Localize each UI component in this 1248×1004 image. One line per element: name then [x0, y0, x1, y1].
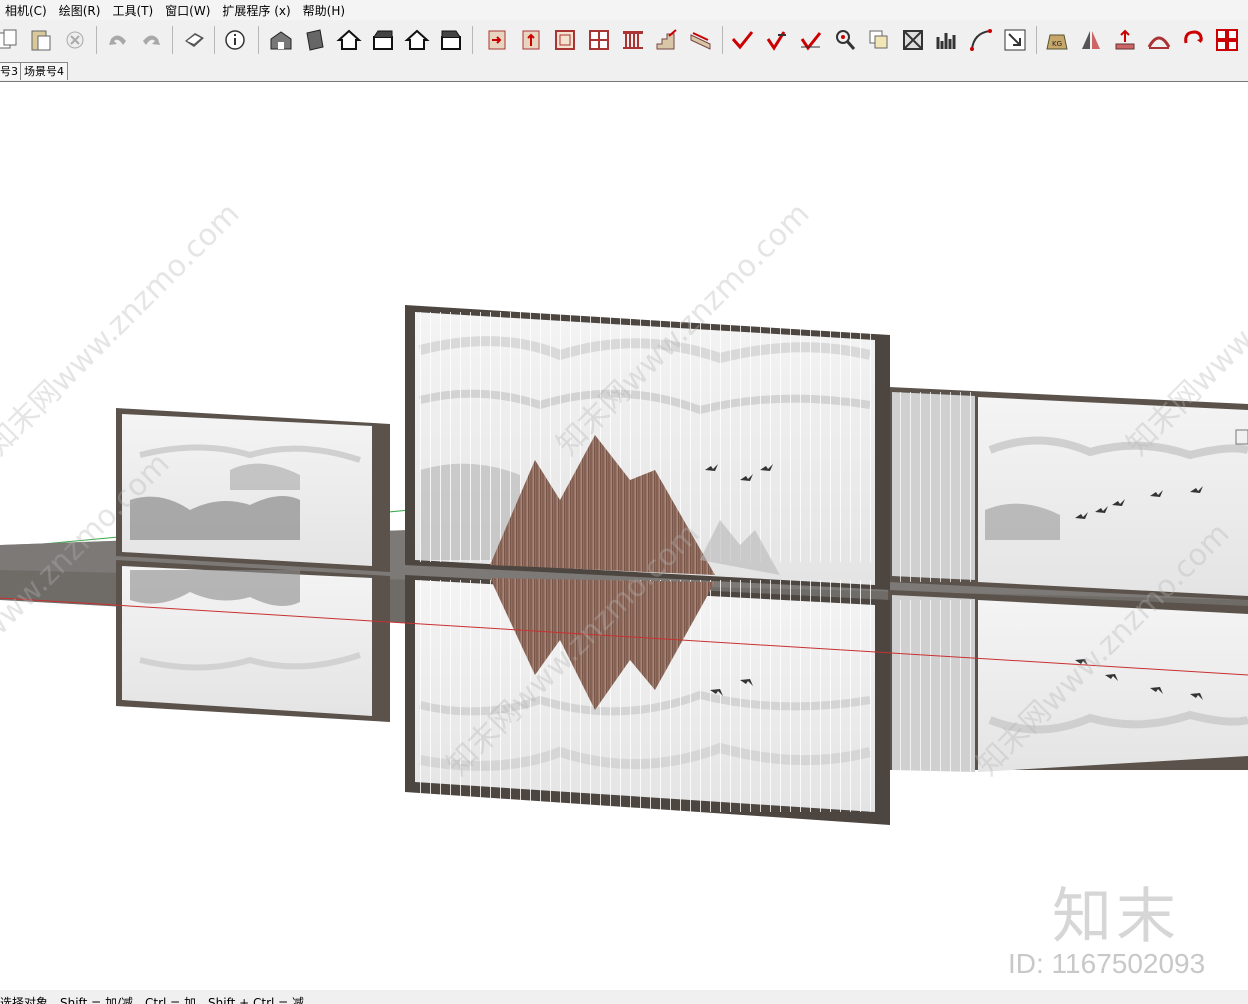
view-iso-button[interactable]	[266, 24, 296, 56]
erase-button[interactable]	[60, 24, 90, 56]
arc-button[interactable]	[966, 24, 996, 56]
validate-icon	[800, 32, 822, 51]
redo-icon	[143, 35, 160, 45]
rotate-button[interactable]	[1178, 24, 1208, 56]
erase-icon	[66, 31, 84, 49]
toolbar-separator	[214, 26, 215, 54]
layer-icon	[869, 30, 888, 49]
arrow-button[interactable]	[1000, 24, 1030, 56]
mirror-icon	[1082, 31, 1100, 49]
paste-button[interactable]	[26, 24, 56, 56]
tab-scene-3[interactable]: 号3	[0, 62, 22, 80]
check-button[interactable]	[728, 24, 758, 56]
view-left-icon	[441, 30, 461, 50]
paste-icon	[31, 30, 51, 51]
status-bar: 选择对象。Shift = 加/减，Ctrl = 加，Shift + Ctrl =…	[0, 990, 1248, 1004]
model-info-button[interactable]	[220, 24, 250, 56]
brand-logo: 知末	[1052, 882, 1180, 952]
bars-button[interactable]	[932, 24, 962, 56]
mirror-button[interactable]	[1076, 24, 1106, 56]
toolbar-separator	[722, 26, 723, 54]
left-screen-reflection	[116, 560, 390, 722]
steps-button[interactable]	[686, 24, 716, 56]
box-icon	[903, 30, 923, 50]
steps-icon	[690, 32, 711, 50]
stairs-icon	[656, 29, 677, 50]
upload-icon	[1115, 29, 1135, 50]
toolbar-separator	[1036, 26, 1037, 54]
center-screen-reflection	[405, 575, 890, 825]
pick-icon	[766, 31, 786, 51]
layer-button[interactable]	[864, 24, 894, 56]
window-icon	[522, 30, 540, 50]
menu-extensions[interactable]: 扩展程序 (x)	[217, 2, 297, 19]
menu-window[interactable]: 窗口(W)	[160, 2, 217, 19]
rotate-icon	[1184, 30, 1203, 44]
menu-bar: 相机(C) 绘图(R) 工具(T) 窗口(W) 扩展程序 (x) 帮助(H)	[0, 0, 1248, 20]
window-button[interactable]	[516, 24, 546, 56]
model-info-icon	[225, 30, 245, 50]
validate-button[interactable]	[796, 24, 826, 56]
menu-draw[interactable]: 绘图(R)	[54, 2, 108, 19]
view-back-button[interactable]	[402, 24, 432, 56]
view-front-button[interactable]	[334, 24, 364, 56]
view-front-icon	[336, 29, 362, 50]
view-right-button[interactable]	[368, 24, 398, 56]
find-button[interactable]	[830, 24, 860, 56]
model-viewport[interactable]: 知末网www.znzmo.com 知末网www.znzmo.com 知末网www…	[0, 85, 1248, 990]
find-icon	[836, 30, 856, 50]
component-button[interactable]	[1212, 24, 1242, 56]
print-icon	[185, 33, 204, 47]
svg-text:KG: KG	[1052, 40, 1062, 48]
view-iso-icon	[270, 31, 292, 50]
railing-icon	[623, 31, 643, 49]
weight-icon: KG	[1046, 34, 1068, 50]
redo-button[interactable]	[136, 24, 166, 56]
bars-icon	[936, 33, 956, 49]
view-top-button[interactable]	[300, 24, 330, 56]
status-text: 选择对象。Shift = 加/减，Ctrl = 加，Shift + Ctrl =…	[0, 996, 305, 1004]
frame-icon	[555, 30, 575, 50]
resource-id: ID: 1167502093	[1008, 948, 1206, 979]
weight-button[interactable]: KG	[1042, 24, 1072, 56]
tab-scene-4[interactable]: 场景号4	[20, 62, 68, 80]
menu-tools[interactable]: 工具(T)	[107, 2, 160, 19]
box-button[interactable]	[898, 24, 928, 56]
stairs-button[interactable]	[652, 24, 682, 56]
undo-button[interactable]	[103, 24, 133, 56]
view-right-icon	[373, 30, 393, 50]
pick-button[interactable]	[762, 24, 792, 56]
toolbar: KG	[0, 20, 1248, 62]
copy-icon	[0, 29, 17, 49]
component-icon	[1216, 29, 1238, 51]
door-button[interactable]	[482, 24, 512, 56]
arch-icon	[1147, 36, 1171, 49]
print-button[interactable]	[179, 24, 209, 56]
upload-button[interactable]	[1110, 24, 1140, 56]
check-icon	[731, 31, 754, 50]
arc-icon	[970, 29, 992, 51]
grid-icon	[589, 30, 609, 50]
toolbar-separator	[172, 26, 173, 54]
toolbar-separator	[472, 26, 473, 54]
door-icon	[488, 30, 506, 50]
undo-icon	[109, 35, 126, 45]
view-left-button[interactable]	[436, 24, 466, 56]
copy-button[interactable]	[0, 24, 24, 56]
view-top-icon	[306, 29, 324, 51]
grid-button[interactable]	[584, 24, 614, 56]
view-back-icon	[404, 29, 430, 50]
frame-button[interactable]	[550, 24, 580, 56]
scene-tabs: 号3 场景号4	[0, 61, 1248, 81]
menu-help[interactable]: 帮助(H)	[298, 2, 352, 19]
toolbar-separator	[258, 26, 259, 54]
railing-button[interactable]	[618, 24, 648, 56]
menu-camera[interactable]: 相机(C)	[0, 2, 54, 19]
arrow-icon	[1004, 29, 1026, 51]
toolbar-separator	[96, 26, 97, 54]
arch-button[interactable]	[1144, 24, 1174, 56]
